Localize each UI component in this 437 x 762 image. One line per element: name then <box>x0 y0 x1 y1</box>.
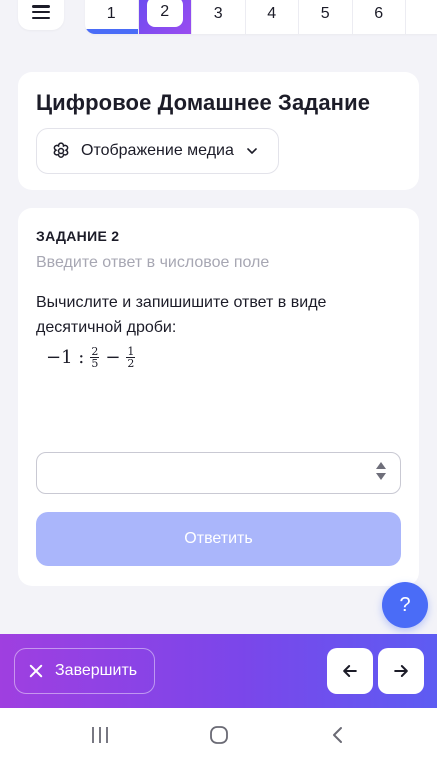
fraction: 1 2 <box>126 344 136 370</box>
task-tab-label: 5 <box>320 5 330 22</box>
task-tab-label: 4 <box>267 5 277 22</box>
task-tab-5[interactable]: 5 <box>299 0 353 34</box>
fraction-numerator: 1 <box>126 344 136 358</box>
task-tab-6[interactable]: 6 <box>353 0 406 34</box>
arrow-right-icon <box>394 665 408 677</box>
title-card: Цифровое Домашнее Задание Отображение ме… <box>18 72 419 190</box>
back-icon[interactable] <box>328 725 348 745</box>
task-tab-2[interactable]: 2 <box>138 0 192 34</box>
hamburger-icon <box>32 5 50 19</box>
fraction-numerator: 2 <box>90 344 100 358</box>
task-hint: Введите ответ в числовое поле <box>36 254 270 271</box>
page-title: Цифровое Домашнее Задание <box>36 90 371 115</box>
task-tab-4[interactable]: 4 <box>246 0 299 34</box>
home-icon[interactable] <box>208 724 230 746</box>
task-tab-label: 3 <box>213 5 223 22</box>
top-strip: 1 2 3 4 5 6 <box>0 0 437 44</box>
finish-button[interactable]: Завершить <box>14 648 155 694</box>
media-display-button[interactable]: Отображение медиа <box>36 128 279 174</box>
bottom-action-bar: Завершить <box>0 634 437 708</box>
spinner-down-icon[interactable] <box>376 473 386 480</box>
close-icon <box>29 664 43 678</box>
formula-lead: −1 : <box>46 346 85 368</box>
task-formula: −1 : 2 5 − 1 2 <box>36 342 401 372</box>
task-tab-label: 6 <box>374 5 384 22</box>
fraction-denominator: 2 <box>127 356 135 370</box>
formula-operator: − <box>105 346 121 368</box>
task-tab-label: 1 <box>106 5 116 22</box>
submit-answer-button[interactable]: Ответить <box>36 512 401 566</box>
previous-task-button[interactable] <box>327 648 373 694</box>
finish-label: Завершить <box>55 662 138 679</box>
task-card: ЗАДАНИЕ 2 Введите ответ в числовое поле … <box>18 208 419 586</box>
system-navigation-bar <box>0 708 437 762</box>
answer-number-input[interactable] <box>36 452 401 494</box>
fraction-denominator: 5 <box>91 356 99 370</box>
task-label: ЗАДАНИЕ 2 <box>36 228 120 244</box>
chevron-down-icon <box>247 148 257 154</box>
number-spinner[interactable] <box>376 462 386 480</box>
fraction: 2 5 <box>90 344 100 370</box>
next-task-button[interactable] <box>378 648 424 694</box>
arrow-left-icon <box>343 665 357 677</box>
task-question: Вычислите и запишишите ответ в виде деся… <box>36 294 327 336</box>
task-tab-label: 2 <box>160 3 170 20</box>
media-display-label: Отображение медиа <box>81 142 234 159</box>
spinner-up-icon[interactable] <box>376 462 386 469</box>
tab-progress-bar <box>85 29 138 34</box>
recent-apps-icon[interactable] <box>89 725 111 745</box>
task-tab-3[interactable]: 3 <box>192 0 246 34</box>
tab-progress-bar <box>139 29 192 34</box>
help-button[interactable]: ? <box>382 582 428 628</box>
task-tab-1[interactable]: 1 <box>85 0 139 34</box>
flower-icon <box>53 142 69 159</box>
active-tab-pill: 2 <box>146 0 183 27</box>
menu-button[interactable] <box>18 0 64 30</box>
task-tabs: 1 2 3 4 5 6 <box>85 0 437 34</box>
